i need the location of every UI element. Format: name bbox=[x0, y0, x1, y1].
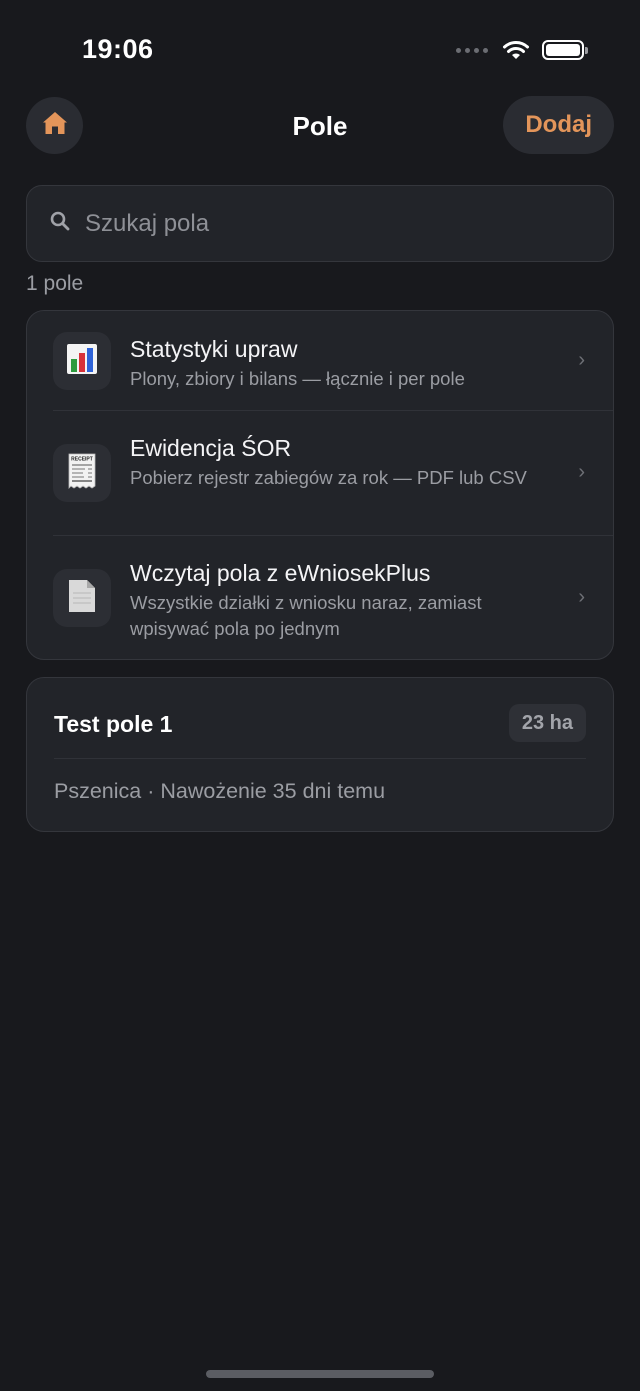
icon-tile bbox=[53, 569, 111, 627]
tools-card: Statystyki upraw Plony, zbiory i bilans … bbox=[26, 310, 614, 660]
chevron-right-icon: › bbox=[578, 586, 585, 608]
battery-icon bbox=[542, 40, 588, 60]
area-badge: 23 ha bbox=[508, 704, 586, 742]
tool-item-crop-stats[interactable]: Statystyki upraw Plony, zbiory i bilans … bbox=[27, 311, 613, 411]
tool-title: Ewidencja ŚOR bbox=[130, 435, 292, 461]
icon-tile: RECEIPT bbox=[53, 444, 111, 502]
document-icon bbox=[67, 578, 97, 619]
field-details: Pszenica · Nawożenie 35 dni temu bbox=[54, 779, 386, 803]
receipt-icon: RECEIPT bbox=[67, 453, 97, 494]
field-card[interactable]: Test pole 1 23 ha Pszenica · Nawożenie 3… bbox=[26, 677, 614, 832]
tool-subtitle: Wszystkie działki z wniosku naraz, zamia… bbox=[130, 592, 482, 639]
receipt-icon-text: RECEIPT bbox=[71, 456, 93, 462]
bar-chart-icon bbox=[65, 342, 99, 381]
field-name: Test pole 1 bbox=[54, 711, 173, 737]
tool-item-import-ewniosek[interactable]: Wczytaj pola z eWniosekPlus Wszystkie dz… bbox=[27, 536, 613, 659]
fields-screen: 19:06 Pole Dodaj Szukaj pola 1 pole Stat… bbox=[0, 0, 640, 1391]
add-field-button[interactable]: Dodaj bbox=[503, 96, 614, 154]
field-count-label: 1 pole bbox=[26, 272, 84, 295]
chevron-right-icon: › bbox=[578, 461, 585, 483]
tool-item-sor-register[interactable]: RECEIPT Ewidencja ŚOR Pobierz rejestr za… bbox=[27, 411, 613, 536]
icon-tile bbox=[53, 332, 111, 390]
tool-title: Wczytaj pola z eWniosekPlus bbox=[130, 560, 431, 586]
status-time: 19:06 bbox=[82, 34, 154, 64]
search-icon bbox=[49, 210, 71, 237]
tool-title: Statystyki upraw bbox=[130, 336, 298, 362]
chevron-right-icon: › bbox=[578, 349, 585, 371]
status-indicators bbox=[456, 40, 588, 60]
home-indicator bbox=[206, 1370, 434, 1378]
cellular-signal-icon bbox=[456, 47, 488, 53]
divider bbox=[54, 758, 586, 759]
tool-subtitle: Pobierz rejestr zabiegów za rok — PDF lu… bbox=[130, 467, 527, 488]
wifi-icon bbox=[502, 40, 530, 60]
search-input[interactable] bbox=[85, 209, 565, 238]
search-bar[interactable] bbox=[26, 185, 614, 262]
tool-subtitle: Plony, zbiory i bilans — łącznie i per p… bbox=[130, 368, 465, 389]
